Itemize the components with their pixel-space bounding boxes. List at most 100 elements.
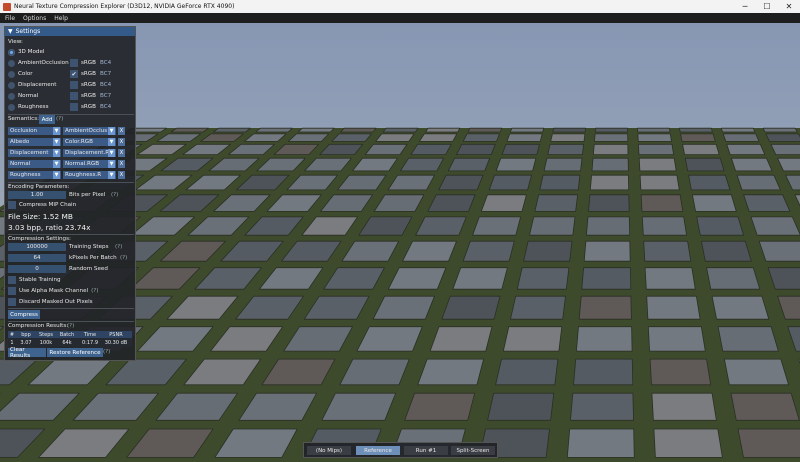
close-button[interactable]: ✕ <box>778 0 800 13</box>
help-icon[interactable]: (?) <box>103 349 110 355</box>
semantic-dropdown[interactable]: Occlusion ▼ <box>8 127 61 135</box>
srgb-checkbox[interactable] <box>70 92 78 100</box>
table-cell: 100k <box>39 339 53 346</box>
cobblestone-tile <box>552 127 586 133</box>
radio-icon[interactable] <box>8 70 15 78</box>
help-icon[interactable]: (?) <box>111 192 118 198</box>
cobblestone-tile <box>641 216 687 236</box>
chevron-down-icon[interactable]: ▼ <box>53 138 60 146</box>
channel-dropdown[interactable]: Normal.RGB ▼ <box>63 160 116 168</box>
chevron-down-icon[interactable]: ▼ <box>53 149 60 157</box>
view-label-ao: AmbientOcclusion <box>18 60 69 66</box>
semantic-dropdown[interactable]: Normal ▼ <box>8 160 61 168</box>
view-3d-model[interactable]: 3D Model <box>8 47 44 57</box>
view-roughness[interactable]: Roughness sRGB BC4 <box>8 102 111 112</box>
cobblestone-tile <box>441 295 501 320</box>
cobblestone-tile <box>547 143 584 156</box>
dropdown-value: Displacement <box>10 150 49 156</box>
restore-reference-button[interactable]: Restore Reference <box>47 348 103 357</box>
menu-help[interactable]: Help <box>54 15 68 22</box>
discard-masked-checkbox[interactable]: Discard Masked Out Pixels <box>8 297 93 307</box>
compress-button[interactable]: Compress <box>8 310 40 319</box>
clear-results-button[interactable]: Clear Results <box>8 347 46 359</box>
view-color[interactable]: Color ✔ sRGB BC7 <box>8 69 111 79</box>
compress-mip-checkbox[interactable]: Compress MIP Chain <box>8 200 76 210</box>
panel-header[interactable]: ▼ Settings <box>5 27 135 36</box>
view-normal[interactable]: Normal sRGB BC7 <box>8 91 111 101</box>
chevron-down-icon[interactable]: ▼ <box>108 160 115 168</box>
radio-icon[interactable] <box>8 81 15 89</box>
chevron-down-icon[interactable]: ▼ <box>108 138 115 146</box>
semantic-dropdown[interactable]: Albedo ▼ <box>8 138 61 146</box>
channel-dropdown[interactable]: Displacement.R ▼ <box>63 149 116 157</box>
collapse-icon[interactable]: ▼ <box>8 28 13 35</box>
cobblestone-tile <box>501 143 540 156</box>
srgb-checkbox[interactable] <box>70 81 78 89</box>
semantic-dropdown[interactable]: Displacement ▼ <box>8 149 61 157</box>
training-steps-slider[interactable]: 100000 <box>8 243 66 251</box>
remove-semantic-button[interactable]: X <box>118 160 125 168</box>
cobblestone-tile <box>509 127 545 133</box>
chevron-down-icon[interactable]: ▼ <box>108 171 115 179</box>
tab-run-1[interactable]: Run #1 <box>404 446 448 455</box>
checkbox-icon[interactable] <box>8 287 16 295</box>
view-ambient-occlusion[interactable]: AmbientOcclusion sRGB BC4 <box>8 58 111 68</box>
cobblestone-tile <box>550 133 586 142</box>
menu-file[interactable]: File <box>5 15 15 22</box>
srgb-checkbox[interactable]: ✔ <box>70 70 78 78</box>
help-icon[interactable]: (?) <box>91 288 98 294</box>
stable-training-checkbox[interactable]: Stable Training <box>8 275 61 285</box>
help-icon[interactable]: (?) <box>115 244 122 250</box>
radio-icon[interactable] <box>8 103 15 111</box>
semantic-dropdown[interactable]: Roughness ▼ <box>8 171 61 179</box>
tab-no-mips[interactable]: (No Mips) <box>307 446 351 455</box>
alpha-mask-checkbox[interactable]: Use Alpha Mask Channel (?) <box>8 286 98 296</box>
app-icon <box>3 2 11 11</box>
cobblestone-tile <box>570 392 634 421</box>
checkbox-icon[interactable] <box>8 298 16 306</box>
cobblestone-tile <box>688 174 731 191</box>
minimize-button[interactable]: ─ <box>734 0 756 13</box>
random-seed-input[interactable]: 0 <box>8 265 66 273</box>
channel-dropdown[interactable]: Roughness.R ▼ <box>63 171 116 179</box>
menu-options[interactable]: Options <box>23 15 46 22</box>
cobblestone-tile <box>643 240 692 262</box>
cobblestone-tile <box>684 157 725 172</box>
checkbox-icon[interactable] <box>8 276 16 284</box>
remove-semantic-button[interactable]: X <box>118 138 125 146</box>
help-icon[interactable]: (?) <box>56 116 63 122</box>
bits-per-pixel-slider[interactable]: 1.00 <box>8 191 66 199</box>
view-displacement[interactable]: Displacement sRGB BC4 <box>8 80 111 90</box>
chevron-down-icon[interactable]: ▼ <box>53 127 60 135</box>
kpixels-slider[interactable]: 64 <box>8 254 66 262</box>
help-icon[interactable]: (?) <box>67 323 74 329</box>
channel-dropdown[interactable]: Color.RGB ▼ <box>63 138 116 146</box>
srgb-checkbox[interactable] <box>70 103 78 111</box>
cobblestone-tile <box>447 157 491 172</box>
cobblestone-tile <box>382 127 419 133</box>
divider <box>8 114 134 115</box>
radio-icon[interactable] <box>8 59 15 67</box>
radio-icon[interactable] <box>8 48 15 56</box>
add-semantic-button[interactable]: Add <box>39 115 55 124</box>
remove-semantic-button[interactable]: X <box>118 149 125 157</box>
radio-icon[interactable] <box>8 92 15 100</box>
srgb-label: sRGB <box>81 60 96 66</box>
remove-semantic-button[interactable]: X <box>118 127 125 135</box>
chevron-down-icon[interactable]: ▼ <box>53 171 60 179</box>
maximize-button[interactable]: ☐ <box>756 0 778 13</box>
remove-semantic-button[interactable]: X <box>118 171 125 179</box>
chevron-down-icon[interactable]: ▼ <box>53 160 60 168</box>
cobblestone-tile <box>429 326 493 352</box>
cobblestone-tile <box>640 194 684 212</box>
channel-dropdown[interactable]: AmbientOcclus ▼ <box>63 127 116 135</box>
chevron-down-icon[interactable]: ▼ <box>108 127 115 135</box>
column-header: PSNR <box>109 331 123 338</box>
srgb-checkbox[interactable] <box>70 59 78 67</box>
checkbox-icon[interactable] <box>8 201 16 209</box>
table-cell: 64k <box>62 339 72 346</box>
tab-split-screen[interactable]: Split-Screen <box>451 446 495 455</box>
help-icon[interactable]: (?) <box>120 255 127 261</box>
tab-reference[interactable]: Reference <box>356 446 400 455</box>
chevron-down-icon[interactable]: ▼ <box>108 149 115 157</box>
